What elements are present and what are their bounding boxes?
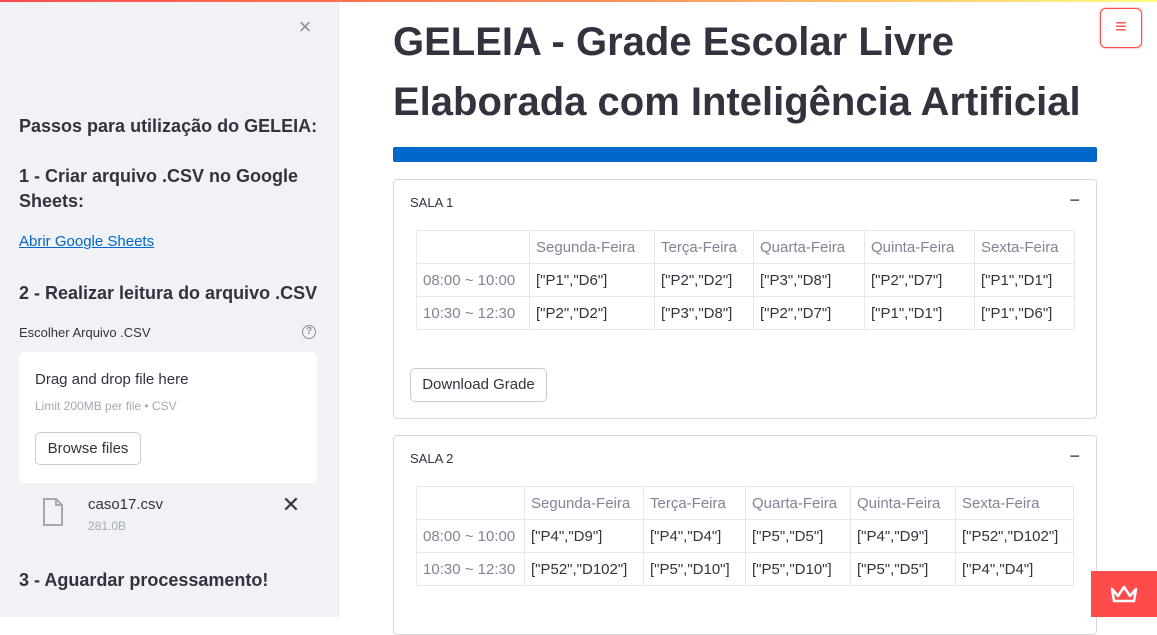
row-header: 10:30 ~ 12:30 <box>416 296 530 330</box>
room-name[interactable]: SALA 2 <box>410 451 453 466</box>
table-row: 10:30 ~ 12:30 ["P52","D102"] ["P5","D10"… <box>416 552 1074 586</box>
table-cell: ["P5","D5"] <box>745 519 851 553</box>
uploaded-file-name: caso17.csv <box>88 496 164 513</box>
schedule-table: Segunda-Feira Terça-Feira Quarta-Feira Q… <box>416 486 1074 586</box>
file-icon <box>43 498 63 526</box>
row-header: 08:00 ~ 10:00 <box>416 263 530 297</box>
streamlit-crown-icon <box>1110 585 1138 603</box>
uploaded-file-size: 281.0B <box>88 519 127 533</box>
column-header: Terça-Feira <box>654 230 754 264</box>
corner-cell <box>416 230 530 264</box>
table-cell: ["P1","D6"] <box>974 296 1075 330</box>
table-cell: ["P4","D4"] <box>643 519 746 553</box>
table-cell: ["P5","D10"] <box>643 552 746 586</box>
table-header-row: Segunda-Feira Terça-Feira Quarta-Feira Q… <box>416 230 1075 264</box>
download-grade-button[interactable]: Download Grade <box>410 368 547 402</box>
column-header: Quarta-Feira <box>745 486 851 520</box>
step-2-heading: 2 - Realizar leitura do arquivo .CSV <box>19 283 318 303</box>
steps-title: Passos para utilização do GELEIA: <box>19 116 318 136</box>
column-header: Terça-Feira <box>643 486 746 520</box>
table-cell: ["P4","D9"] <box>850 519 956 553</box>
table-row: 10:30 ~ 12:30 ["P2","D2"] ["P3","D8"] ["… <box>416 296 1075 330</box>
room-expander-1: SALA 1 − Segunda-Feira Terça-Feira Quart… <box>393 179 1097 419</box>
progress-bar <box>393 147 1097 162</box>
table-cell: ["P5","D5"] <box>850 552 956 586</box>
uploader-label: Escolher Arquivo .CSV <box>19 325 151 340</box>
sidebar: × Passos para utilização do GELEIA: 1 - … <box>0 0 339 617</box>
table-cell: ["P2","D2"] <box>529 296 655 330</box>
column-header: Quinta-Feira <box>850 486 956 520</box>
collapse-icon[interactable]: − <box>1069 190 1080 211</box>
file-dropzone[interactable]: Drag and drop file here Limit 200MB per … <box>19 352 317 483</box>
streamlit-badge[interactable] <box>1091 571 1157 617</box>
column-header: Segunda-Feira <box>524 486 644 520</box>
column-header: Quarta-Feira <box>753 230 865 264</box>
page-title: GELEIA - Grade Escolar Livre Elaborada c… <box>393 20 1081 124</box>
schedule-table: Segunda-Feira Terça-Feira Quarta-Feira Q… <box>416 230 1075 330</box>
progress-fill <box>393 147 1097 162</box>
table-cell: ["P4","D4"] <box>955 552 1074 586</box>
table-cell: ["P3","D8"] <box>654 296 754 330</box>
table-cell: ["P2","D7"] <box>864 263 975 297</box>
room-expander-2: SALA 2 − Segunda-Feira Terça-Feira Quart… <box>393 435 1097 635</box>
dropzone-title: Drag and drop file here <box>35 371 189 388</box>
help-icon[interactable]: ? <box>302 325 316 339</box>
column-header: Segunda-Feira <box>529 230 655 264</box>
table-cell: ["P4","D9"] <box>524 519 644 553</box>
corner-cell <box>416 486 525 520</box>
table-cell: ["P1","D1"] <box>974 263 1075 297</box>
table-cell: ["P2","D2"] <box>654 263 754 297</box>
table-header-row: Segunda-Feira Terça-Feira Quarta-Feira Q… <box>416 486 1074 520</box>
dropzone-limit: Limit 200MB per file • CSV <box>35 399 177 413</box>
table-cell: ["P52","D102"] <box>955 519 1074 553</box>
room-name[interactable]: SALA 1 <box>410 195 453 210</box>
remove-file-icon[interactable]: ✕ <box>280 494 302 516</box>
header-decoration <box>0 0 1157 2</box>
column-header: Sexta-Feira <box>955 486 1074 520</box>
column-header: Sexta-Feira <box>974 230 1075 264</box>
step-3-heading: 3 - Aguardar processamento! <box>19 570 269 590</box>
table-cell: ["P2","D7"] <box>753 296 865 330</box>
collapse-icon[interactable]: − <box>1069 446 1080 467</box>
table-row: 08:00 ~ 10:00 ["P1","D6"] ["P2","D2"] ["… <box>416 263 1075 297</box>
table-cell: ["P1","D1"] <box>864 296 975 330</box>
table-row: 08:00 ~ 10:00 ["P4","D9"] ["P4","D4"] ["… <box>416 519 1074 553</box>
table-cell: ["P5","D10"] <box>745 552 851 586</box>
menu-icon[interactable]: ≡ <box>1100 8 1142 48</box>
google-sheets-link[interactable]: Abrir Google Sheets <box>19 233 154 250</box>
row-header: 10:30 ~ 12:30 <box>416 552 525 586</box>
close-icon[interactable]: × <box>294 16 316 38</box>
column-header: Quinta-Feira <box>864 230 975 264</box>
row-header: 08:00 ~ 10:00 <box>416 519 525 553</box>
browse-files-button[interactable]: Browse files <box>35 432 141 465</box>
table-cell: ["P3","D8"] <box>753 263 865 297</box>
step-1-heading: 1 - Criar arquivo .CSV no Google Sheets: <box>19 166 299 211</box>
table-cell: ["P52","D102"] <box>524 552 644 586</box>
table-cell: ["P1","D6"] <box>529 263 655 297</box>
